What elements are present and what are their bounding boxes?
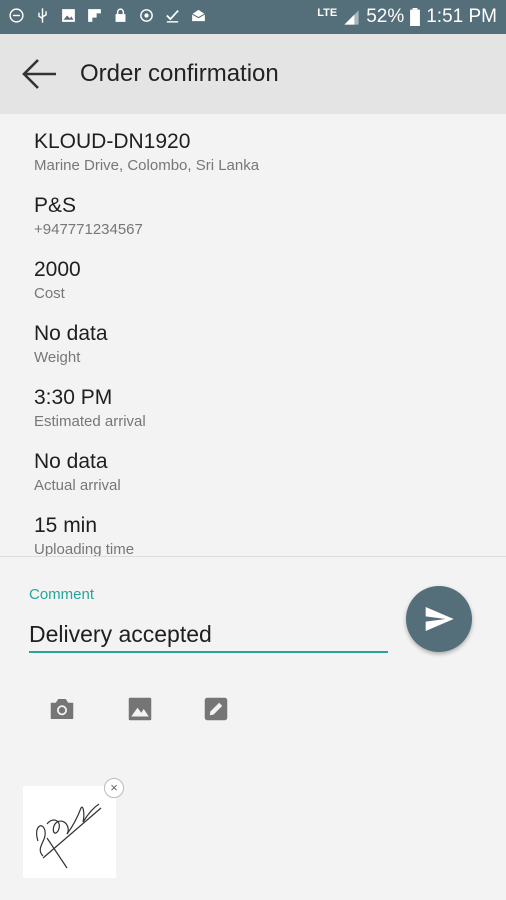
customer-phone: +947771234567 xyxy=(34,221,143,238)
send-button[interactable] xyxy=(406,586,472,652)
order-id: KLOUD-DN1920 xyxy=(34,130,191,153)
remove-signature-icon[interactable]: × xyxy=(104,778,124,798)
app-bar: Order confirmation xyxy=(0,34,506,114)
camera-icon[interactable] xyxy=(47,694,77,724)
list-item-weight: No data Weight xyxy=(34,321,108,366)
send-icon xyxy=(425,607,454,631)
task-done-icon xyxy=(164,7,181,24)
actual-arrival-label: Actual arrival xyxy=(34,477,121,494)
weight-value: No data xyxy=(34,322,108,345)
battery-percent: 52% xyxy=(366,6,405,27)
comment-input[interactable] xyxy=(29,617,388,653)
uploading-time-value: 15 min xyxy=(34,514,98,537)
list-item-cost: 2000 Cost xyxy=(34,257,81,302)
flipboard-icon xyxy=(86,7,103,24)
network-type: LTE xyxy=(317,7,338,19)
signature-image xyxy=(36,803,102,869)
image-icon xyxy=(60,7,77,24)
cost-value: 2000 xyxy=(34,258,81,281)
list-item-uploading-time: 15 min Uploading time xyxy=(34,513,134,556)
battery-icon xyxy=(410,8,421,26)
uploading-time-label: Uploading time xyxy=(34,541,135,556)
order-address: Marine Drive, Colombo, Sri Lanka xyxy=(34,157,260,174)
list-item-estimated-arrival: 3:30 PM Estimated arrival xyxy=(34,385,146,430)
clock: 1:51 PM xyxy=(426,6,497,27)
signature-thumbnail[interactable] xyxy=(23,786,116,878)
list-item-customer: P&S +947771234567 xyxy=(34,193,143,238)
list-item-actual-arrival: No data Actual arrival xyxy=(34,449,121,494)
back-arrow-icon[interactable] xyxy=(20,54,60,94)
lock-icon xyxy=(112,7,129,24)
weight-label: Weight xyxy=(34,349,81,366)
comment-label: Comment xyxy=(29,586,95,603)
divider xyxy=(0,556,506,557)
gallery-icon[interactable] xyxy=(125,694,155,724)
mail-icon xyxy=(190,7,207,24)
signal-icon xyxy=(343,9,360,26)
edit-icon[interactable] xyxy=(201,694,231,724)
usb-icon xyxy=(34,7,51,24)
page-title: Order confirmation xyxy=(80,60,279,87)
estimated-arrival-value: 3:30 PM xyxy=(34,386,113,409)
status-bar: LTE 52% 1:51 PM xyxy=(0,0,506,34)
customer-name: P&S xyxy=(34,194,77,217)
list-item-order-id: KLOUD-DN1920 Marine Drive, Colombo, Sri … xyxy=(34,129,259,174)
sync-icon xyxy=(138,7,155,24)
cost-label: Cost xyxy=(34,285,65,302)
estimated-arrival-label: Estimated arrival xyxy=(34,413,146,430)
order-details: KLOUD-DN1920 Marine Drive, Colombo, Sri … xyxy=(0,114,506,556)
do-not-disturb-icon xyxy=(8,7,25,24)
actual-arrival-value: No data xyxy=(34,450,108,473)
